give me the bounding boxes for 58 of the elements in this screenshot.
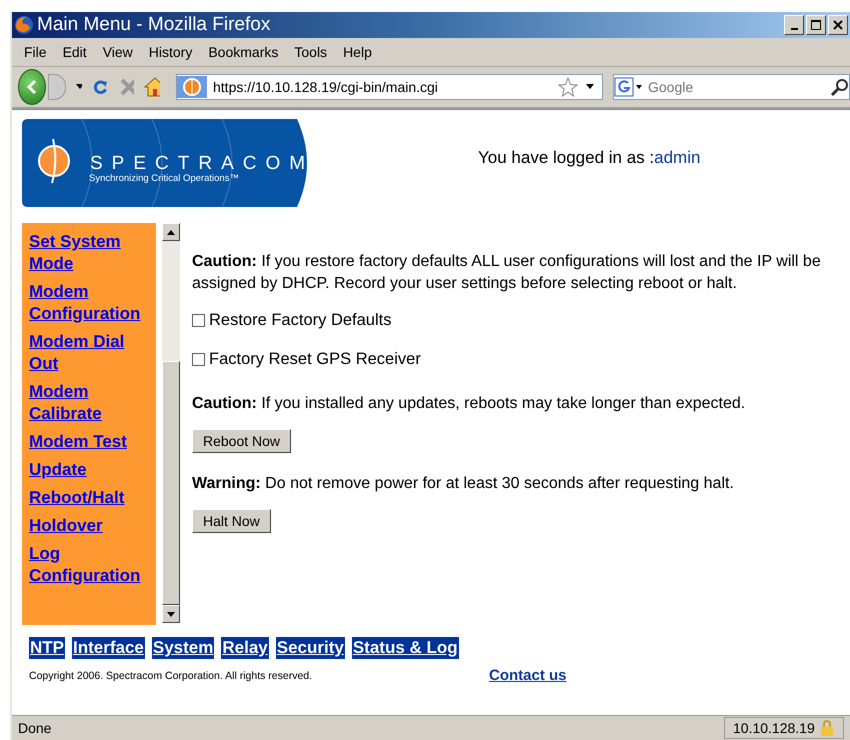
sidebar-link[interactable]: Modem Configuration (29, 281, 156, 325)
search-icon[interactable] (831, 78, 849, 96)
menu-item[interactable]: File (16, 44, 55, 60)
footer-nav-link[interactable]: Status & Log (352, 637, 459, 659)
home-icon[interactable] (144, 77, 160, 97)
minimize-button[interactable] (784, 15, 804, 35)
site-icon (183, 78, 201, 96)
search-bar[interactable]: Google (613, 74, 850, 100)
checkbox[interactable] (192, 314, 205, 327)
caution-text: Caution: If you restore factory defaults ALL user configurations will lost and the IP will be assigned by DHCP. Record your user settings before selecting reboot or halt. (192, 252, 822, 294)
checkbox[interactable] (192, 353, 205, 366)
caution-text: Caution: If you installed any updates, reboots may take longer than expected. (192, 394, 746, 414)
close-icon (833, 20, 843, 30)
up-arrow-icon[interactable] (167, 230, 175, 234)
sidebar-link[interactable]: Update (29, 459, 156, 481)
dropdown-icon[interactable] (76, 84, 82, 90)
footer-nav-link[interactable]: Security (276, 637, 345, 659)
scrollbar[interactable] (162, 223, 180, 623)
menu-item[interactable]: Bookmarks (200, 44, 286, 60)
back-button[interactable] (18, 69, 46, 105)
footer-nav-link[interactable]: Relay (221, 637, 269, 659)
action-button[interactable]: Reboot Now (192, 429, 292, 453)
lock-icon (820, 720, 833, 736)
menu-item[interactable]: History (140, 44, 200, 60)
menu-item[interactable]: Edit (54, 44, 95, 60)
footer-nav-link[interactable]: System (152, 637, 214, 659)
contact-link[interactable]: Contact us (489, 667, 567, 684)
status-text: Done (17, 720, 52, 736)
caution-text: Warning: Do not remove power for at least 30 seconds after requesting halt. (192, 474, 735, 494)
menu-item[interactable]: Help (335, 44, 380, 60)
footer-nav-link[interactable]: NTP (29, 637, 65, 659)
sidebar-link[interactable]: Reboot/Halt (29, 487, 156, 509)
down-arrow-icon[interactable] (167, 612, 175, 616)
dropdown-icon[interactable] (586, 84, 594, 90)
sidebar-link[interactable]: Log Configuration (29, 543, 156, 587)
copyright-text: Copyright 2006. Spectracom Corporation. All rights reserved. (29, 670, 314, 682)
maximize-button[interactable] (806, 15, 826, 35)
checkbox-label: Factory Reset GPS Receiver (209, 350, 421, 369)
google-icon[interactable] (614, 77, 644, 97)
sidebar-link[interactable]: Modem Test (29, 431, 156, 453)
minimize-icon (790, 28, 798, 30)
checkbox-label: Restore Factory Defaults (209, 311, 392, 330)
sidebar-link[interactable]: Modem Dial Out (29, 331, 156, 375)
host-panel: 10.10.128.19 (724, 717, 844, 739)
close-button[interactable] (828, 15, 848, 35)
sidebar-link[interactable]: Modem Calibrate (29, 381, 156, 425)
menu-item[interactable]: Tools (286, 44, 336, 60)
user-link[interactable]: admin (654, 148, 700, 167)
window-title: Main Menu - Mozilla Firefox (37, 14, 272, 36)
sidebar-link[interactable]: Set System Mode (29, 231, 156, 275)
login-status: You have logged in as :admin (478, 148, 700, 168)
menu-item[interactable]: View (94, 44, 141, 60)
maximize-icon (811, 20, 821, 30)
address-bar[interactable]: https://10.10.128.19/cgi-bin/main.cgi (176, 74, 603, 100)
sidebar-link[interactable]: Holdover (29, 515, 156, 537)
action-button[interactable]: Halt Now (192, 509, 271, 533)
footer-nav-link[interactable]: Interface (72, 637, 145, 659)
star-icon[interactable] (558, 77, 578, 97)
